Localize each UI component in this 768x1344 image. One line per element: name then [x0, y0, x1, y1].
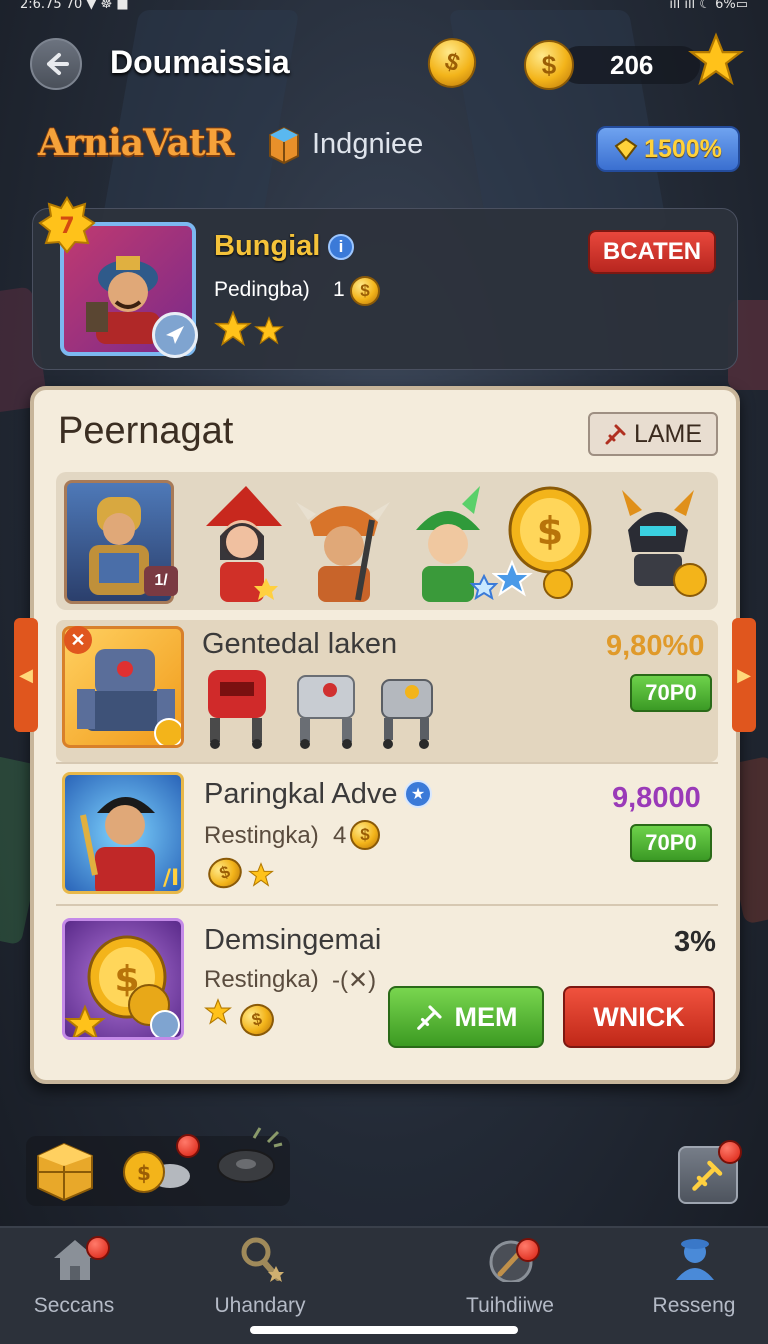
list-item-sublabel: Restingka) — [204, 966, 319, 993]
notification-dot — [718, 1140, 742, 1164]
list-item-sublabel: Restingka) — [204, 822, 319, 849]
lame-label: LAME — [633, 419, 703, 448]
winck-button[interactable]: WNICK — [563, 986, 715, 1048]
home-indicator[interactable] — [250, 1326, 518, 1334]
character-level-badge: 1/ — [144, 566, 178, 596]
mem-label: MEM — [454, 1001, 518, 1032]
sword-icon — [692, 1160, 723, 1191]
nav-label: Resseng — [652, 1294, 736, 1317]
arrow-left-icon — [47, 53, 69, 75]
player-rank-label: Pedingba) — [214, 278, 310, 301]
star-icon[interactable] — [688, 32, 744, 88]
silver-walker-robot-icon — [381, 679, 433, 749]
sword-icon — [416, 1005, 442, 1030]
silver-walker-robot-icon — [297, 675, 355, 749]
viking-warrior-icon[interactable] — [288, 480, 398, 604]
status-bar: 2:6.75 70 ▼ ☸ ■ ıll ıll ☾ 6%▭ — [0, 0, 768, 14]
status-time: 2:6.75 70 ▼ ☸ ■ — [20, 0, 129, 12]
divider — [56, 904, 718, 906]
list-item-buy-button[interactable]: 70P0 — [630, 824, 712, 862]
list-item-thumbnail[interactable]: /I — [62, 772, 184, 894]
mem-button[interactable]: MEM — [388, 986, 544, 1048]
upgrade-icon — [152, 312, 198, 358]
lame-button[interactable]: LAME — [588, 412, 718, 456]
close-icon[interactable]: ✕ — [64, 626, 92, 654]
star-icon — [204, 998, 232, 1025]
game-logo: ArniaVatR — [38, 122, 235, 164]
nav-label: Seccans — [33, 1294, 115, 1317]
svg-text:$: $ — [537, 509, 563, 553]
gem-value: 1500% — [644, 134, 722, 163]
scroll-left-button[interactable]: ◀ — [14, 618, 38, 732]
gem-balance-button[interactable]: 1500% — [596, 126, 740, 172]
profile-action-button[interactable]: BCATEN — [588, 230, 716, 274]
list-item-value: 3% — [674, 926, 716, 958]
notification-dot — [86, 1236, 110, 1260]
red-walker-robot-icon — [208, 670, 266, 749]
coin-icon: $ — [350, 276, 380, 306]
list-item-name: Paringkal Adve — [204, 778, 398, 810]
coin-icon: $ — [350, 820, 380, 850]
nav-item-resseng[interactable]: Resseng — [624, 1236, 764, 1317]
scroll-right-button[interactable]: ▶ — [732, 618, 756, 732]
gold-bricks-icon[interactable] — [34, 1138, 96, 1202]
gold-coins-pile-icon: $ — [65, 935, 180, 1037]
star-icon — [254, 316, 284, 345]
divider — [56, 762, 718, 764]
list-item-value: 9,80%0 — [606, 630, 705, 662]
coin-icon: $ — [524, 40, 574, 90]
green-ranger-icon[interactable] — [392, 480, 502, 604]
crate-icon — [269, 126, 299, 164]
tire-icon[interactable] — [214, 1124, 284, 1190]
nav-item-tuihdiiwe[interactable]: Tuihdiiwe — [440, 1236, 580, 1317]
currency-value: 206 — [610, 50, 654, 80]
dark-robot-icon[interactable] — [602, 480, 712, 604]
panel-title: Peernagat — [58, 410, 234, 452]
magnifier-icon — [241, 1237, 284, 1282]
sword-icon — [605, 424, 626, 445]
player-name: Bungial — [214, 230, 321, 262]
hero-portrait-icon: /I — [80, 797, 179, 891]
nav-label: Uhandary — [214, 1294, 306, 1317]
list-item-value: 9,8000 — [612, 782, 701, 814]
list-item-subvalue: -(✕) — [332, 967, 377, 994]
svg-text:/I: /I — [163, 866, 179, 891]
svg-text:7: 7 — [59, 214, 74, 239]
notification-dot — [516, 1238, 540, 1262]
nav-item-seccans[interactable]: Seccans — [4, 1236, 144, 1317]
status-icons: ıll ıll ☾ 6%▭ — [669, 0, 748, 12]
verified-star-icon: ★ — [404, 780, 432, 808]
level-badge-icon: 7 — [38, 196, 96, 254]
nav-label: Tuihdiiwe — [466, 1294, 554, 1317]
nav-item-uhandary[interactable]: Uhandary — [190, 1236, 330, 1317]
player-rank-value: 1 — [333, 278, 345, 301]
gem-icon — [614, 137, 638, 161]
star-icon — [248, 862, 274, 887]
list-item-subvalue: 4 — [333, 822, 347, 849]
page-title: Doumaissia — [110, 44, 290, 80]
svg-text:$: $ — [137, 1161, 151, 1185]
crate-label: Indgniee — [312, 128, 424, 160]
list-item-buy-button[interactable]: 70P0 — [630, 674, 712, 712]
profile-icon — [676, 1239, 714, 1280]
back-button[interactable] — [30, 38, 82, 90]
notification-dot — [176, 1134, 200, 1158]
gold-coin-reward-icon[interactable]: $ — [492, 480, 602, 604]
list-item-thumbnail[interactable]: $ — [62, 918, 184, 1040]
list-item-name: Demsingemai — [204, 924, 382, 956]
star-icon — [214, 310, 252, 347]
wizard-girl-icon[interactable] — [186, 480, 296, 604]
background-shape — [100, 10, 300, 230]
info-icon[interactable]: i — [328, 234, 354, 260]
list-item-name: Gentedal laken — [202, 628, 398, 660]
